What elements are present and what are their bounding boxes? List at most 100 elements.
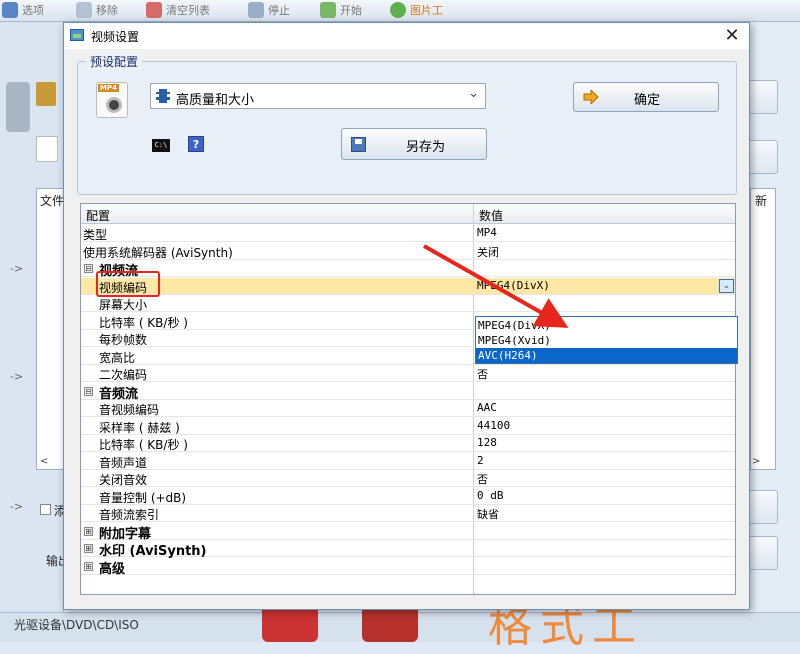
- close-button[interactable]: ✕: [715, 23, 749, 49]
- property-grid: 配置 数值 类型 MP4 使用系统解码器 (AviSynth) 关闭 ⊟ 视频流 视频编码 M…: [80, 203, 738, 595]
- right-column-header: 新: [755, 194, 768, 208]
- toolbar-options[interactable]: 选项: [2, 0, 44, 20]
- dropdown-option-divx[interactable]: MPEG4(DivX): [476, 318, 737, 333]
- start-icon: [320, 2, 336, 18]
- grid-group-row[interactable]: ⊟ 视频流: [81, 260, 735, 279]
- grid-row-value[interactable]: 否: [477, 471, 488, 487]
- expand-icon[interactable]: ⊞: [84, 544, 93, 553]
- options-icon: [2, 2, 18, 18]
- right-list-panel: [750, 188, 776, 470]
- grid-row-value[interactable]: 缺省: [477, 506, 499, 522]
- grid-row-name: 比特率 ( KB/秒 ): [99, 315, 188, 330]
- collapse-icon[interactable]: ⊟: [84, 386, 93, 396]
- collapse-icon[interactable]: ⊟: [84, 264, 93, 273]
- grid-row-name: 采样率 ( 赫兹 ): [99, 420, 180, 435]
- grid-row[interactable]: 视频编码 MPEG4(DivX) ⌄: [81, 277, 735, 295]
- film-icon: [156, 89, 170, 103]
- grid-row[interactable]: 类型 MP4: [81, 225, 735, 242]
- main-toolbar: 选项 移除 清空列表 停止 开始 图片工: [0, 0, 800, 22]
- expand-icon[interactable]: ⊞: [84, 526, 93, 536]
- remove-icon: [76, 2, 92, 18]
- grid-row-name: 关闭音效: [99, 473, 148, 487]
- dialog-titlebar: 视频设置 ✕: [64, 23, 749, 49]
- grid-row-name: 水印 (AviSynth): [99, 544, 207, 559]
- grid-row-name: 使用系统解码器 (AviSynth): [83, 245, 233, 260]
- grid-group-row[interactable]: ⊟ 音频流: [81, 383, 735, 402]
- mp4-icon: [36, 82, 56, 106]
- grid-row-value[interactable]: MPEG4(DivX): [477, 279, 550, 292]
- grid-row-name: 高级: [99, 561, 126, 577]
- grid-col-config: 配置: [86, 209, 111, 223]
- grid-group-row[interactable]: ⊞ 附加字幕: [81, 523, 735, 542]
- dropdown-option-xvid[interactable]: MPEG4(Xvid): [476, 333, 737, 348]
- grid-row-value[interactable]: 关闭: [477, 244, 499, 260]
- command-line-icon[interactable]: C:\: [152, 139, 170, 152]
- grid-row[interactable]: 比特率 ( KB/秒 ) 128: [81, 435, 735, 452]
- grid-row-name: 比特率 ( KB/秒 ): [99, 438, 188, 452]
- grid-row-name: 附加字幕: [99, 526, 152, 542]
- grid-row[interactable]: 关闭音效 否: [81, 470, 735, 487]
- toolbar-stop[interactable]: 停止: [248, 0, 290, 20]
- arrow-right-icon: [583, 90, 599, 104]
- annotation-highlight-box: [96, 271, 160, 297]
- grid-row[interactable]: 音量控制 (+dB) 0 dB: [81, 488, 735, 505]
- grid-group-row[interactable]: ⊞ 高级: [81, 558, 735, 577]
- add-checkbox[interactable]: [40, 504, 51, 515]
- grid-row-value[interactable]: AAC: [477, 401, 497, 414]
- grid-row-name: 每秒帧数: [99, 333, 148, 347]
- grid-header: 配置 数值: [81, 204, 735, 224]
- grid-row[interactable]: 采样率 ( 赫兹 ) 44100: [81, 418, 735, 435]
- grid-row-value[interactable]: 0 dB: [477, 489, 504, 502]
- scroll-right-icon[interactable]: >: [752, 456, 760, 467]
- toolbar-clear-list[interactable]: 清空列表: [146, 0, 210, 20]
- image-tool-icon: [390, 2, 406, 18]
- grid-row[interactable]: 二次编码 否: [81, 365, 735, 382]
- ok-button[interactable]: 确定: [573, 82, 719, 112]
- preset-select-value: 高质量和大小: [176, 93, 255, 108]
- save-as-button[interactable]: 另存为: [341, 128, 487, 160]
- grid-row-value[interactable]: MP4: [477, 226, 497, 239]
- doc-icon: [36, 136, 58, 162]
- toolbar-start[interactable]: 开始: [320, 0, 362, 20]
- codec-dropdown-list[interactable]: MPEG4(DivX) MPEG4(Xvid) AVC(H264): [475, 316, 738, 364]
- grid-row-name: 音频流索引: [99, 508, 160, 522]
- grid-col-value: 数值: [479, 209, 504, 223]
- video-settings-dialog: 视频设置 ✕ 预设配置 MP4 高质量和大小 ⌄ 确定 C:\ ? 另存为 配置: [63, 22, 750, 610]
- grid-row-name: 音频声道: [99, 455, 148, 470]
- dropdown-option-h264[interactable]: AVC(H264): [476, 348, 737, 363]
- clear-icon: [146, 2, 162, 18]
- grid-row-name: 类型: [83, 228, 108, 242]
- combo-dropdown-button[interactable]: ⌄: [719, 278, 734, 293]
- preset-group: 预设配置 MP4 高质量和大小 ⌄ 确定 C:\ ? 另存为: [77, 53, 737, 195]
- grid-row-value[interactable]: 否: [477, 366, 488, 382]
- chevron-down-icon[interactable]: ⌄: [468, 86, 479, 101]
- grid-row-value[interactable]: 128: [477, 436, 497, 449]
- file-column-header: 文件: [40, 194, 65, 208]
- toolbar-image-tool[interactable]: 图片工: [390, 0, 443, 20]
- grid-row[interactable]: 音频流索引 缺省: [81, 505, 735, 522]
- dialog-title: 视频设置: [91, 30, 140, 44]
- preset-select[interactable]: 高质量和大小 ⌄: [150, 83, 486, 109]
- grid-row-value[interactable]: 44100: [477, 419, 510, 432]
- mp4-format-icon: MP4: [96, 82, 128, 118]
- grid-row-name: 音视频编码: [99, 403, 160, 417]
- grid-row-name: 宽高比: [99, 350, 136, 365]
- help-icon[interactable]: ?: [188, 136, 204, 152]
- status-text: 光驱设备\DVD\CD\ISO: [14, 618, 139, 632]
- grid-row[interactable]: 屏幕大小: [81, 295, 735, 312]
- device-icon: [6, 82, 30, 132]
- file-list-panel: [36, 188, 66, 470]
- film-reel-icon: [106, 97, 122, 113]
- grid-row[interactable]: 音视频编码 AAC: [81, 400, 735, 417]
- grid-row-value[interactable]: 2: [477, 454, 484, 467]
- grid-row-name: 音频流: [99, 386, 139, 402]
- scroll-left-icon[interactable]: <: [40, 456, 48, 467]
- expand-icon[interactable]: ⊞: [84, 561, 93, 571]
- save-disk-icon: [351, 137, 366, 152]
- grid-row[interactable]: 音频声道 2: [81, 453, 735, 470]
- toolbar-remove[interactable]: 移除: [76, 0, 118, 20]
- grid-row-name: 二次编码: [99, 368, 148, 382]
- grid-row[interactable]: 使用系统解码器 (AviSynth) 关闭: [81, 243, 735, 260]
- grid-group-row[interactable]: ⊞ 水印 (AviSynth): [81, 540, 735, 559]
- grid-row-name: 音量控制 (+dB): [99, 490, 187, 505]
